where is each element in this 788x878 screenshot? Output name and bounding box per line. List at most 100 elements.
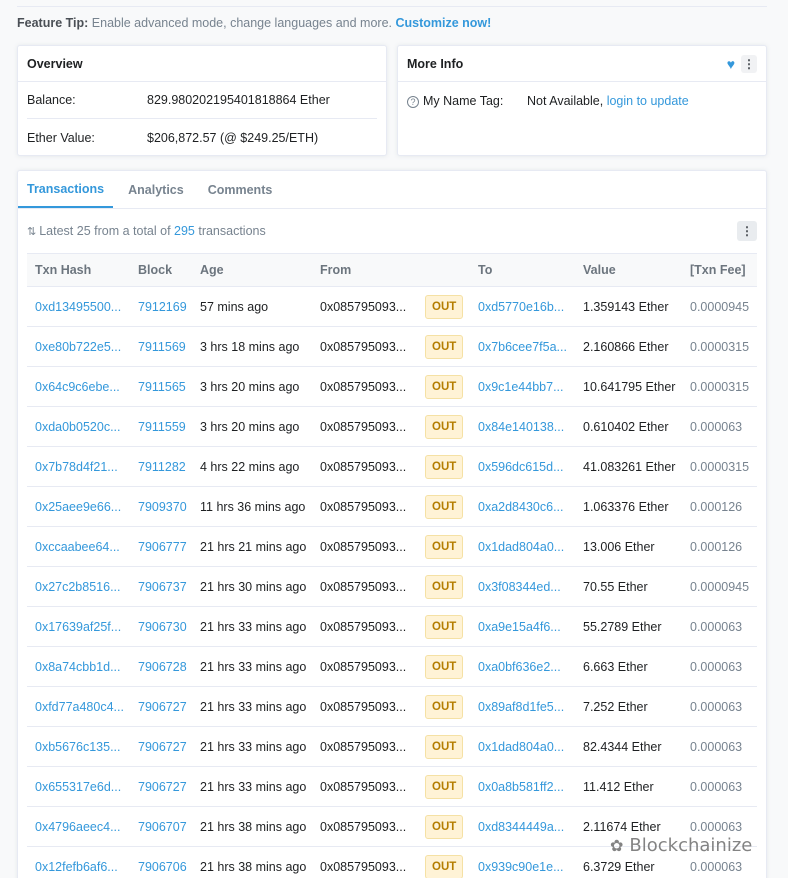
summary-suffix: transactions [194, 224, 266, 238]
block-link[interactable]: 7911569 [138, 340, 186, 354]
block-link[interactable]: 7906727 [138, 780, 187, 794]
to-address-link[interactable]: 0x1dad804a0... [478, 540, 564, 554]
block-link[interactable]: 7906737 [138, 580, 187, 594]
login-to-update-link[interactable]: login to update [607, 94, 689, 108]
tab-analytics[interactable]: Analytics [119, 171, 193, 208]
to-address-link[interactable]: 0xd5770e16b... [478, 300, 564, 314]
out-badge: OUT [425, 694, 464, 719]
value-cell-cell: 11.412 Ether [575, 766, 682, 807]
more-options-icon[interactable]: ⋮ [741, 54, 757, 73]
block-link[interactable]: 7906777 [138, 540, 187, 554]
block-link[interactable]: 7911559 [138, 420, 186, 434]
txn-hash-link[interactable]: 0xfd77a480c4... [35, 700, 124, 714]
txn-hash-link[interactable]: 0x25aee9e66... [35, 500, 121, 514]
name-tag-status: Not Available, [527, 93, 607, 108]
txn-hash-link[interactable]: 0xd13495500... [35, 300, 121, 314]
block-link[interactable]: 7912169 [138, 300, 187, 314]
to-address-link[interactable]: 0xa0bf636e2... [478, 660, 561, 674]
txn-hash-link-cell: 0x17639af25f... [27, 606, 130, 647]
fee-cell: 0.0000945 [690, 579, 750, 594]
customize-now-link[interactable]: Customize now! [395, 16, 491, 30]
fee-cell: 0.000063 [690, 619, 743, 634]
txn-hash-link[interactable]: 0xda0b0520c... [35, 420, 121, 434]
age-cell-cell: 3 hrs 20 mins ago [192, 406, 312, 447]
txn-hash-link[interactable]: 0x27c2b8516... [35, 580, 121, 594]
to-address-link[interactable]: 0x596dc615d... [478, 460, 564, 474]
txn-hash-link[interactable]: 0xccaabee64... [35, 540, 120, 554]
block-link-cell: 7911559 [130, 406, 192, 447]
block-link[interactable]: 7906707 [138, 820, 187, 834]
to-address-link[interactable]: 0xa2d8430c6... [478, 500, 564, 514]
fee-cell-cell: 0.000126 [682, 526, 757, 567]
txn-hash-link[interactable]: 0xe80b722e5... [35, 340, 121, 354]
table-row: 0xfd77a480c4... 7906727 21 hrs 33 mins ago… [27, 686, 757, 727]
to-address-link[interactable]: 0x84e140138... [478, 420, 564, 434]
txn-hash-link[interactable]: 0x7b78d4f21... [35, 460, 118, 474]
to-address-link-cell: 0x0a8b581ff2... [470, 766, 575, 807]
to-address-link-cell: 0xd5770e16b... [470, 286, 575, 327]
out-badge: OUT [425, 454, 464, 479]
to-address-link-cell: 0x9c1e44bb7... [470, 366, 575, 407]
age-cell: 3 hrs 20 mins ago [200, 419, 300, 434]
value-cell-cell: 70.55 Ether [575, 566, 682, 607]
out-badge: OUT [425, 774, 464, 799]
block-link[interactable]: 7906727 [138, 700, 187, 714]
block-link[interactable]: 7906728 [138, 660, 187, 674]
age-cell: 21 hrs 33 mins ago [200, 619, 307, 634]
txn-hash-link[interactable]: 0x655317e6d... [35, 780, 121, 794]
from-address: 0x085795093... [320, 379, 407, 394]
from-address: 0x085795093... [320, 699, 407, 714]
to-address-link[interactable]: 0x0a8b581ff2... [478, 780, 564, 794]
txn-hash-link[interactable]: 0x64c9c6ebe... [35, 380, 120, 394]
out-badge: OUT [425, 414, 464, 439]
transactions-summary: ⇅ Latest 25 from a total of 295 transacti… [18, 209, 766, 253]
block-link[interactable]: 7911565 [138, 380, 186, 394]
from-address-cell: 0x085795093... [312, 406, 417, 447]
txn-hash-link[interactable]: 0x4796aeec4... [35, 820, 121, 834]
to-address-link[interactable]: 0x7b6cee7f5a... [478, 340, 567, 354]
txn-hash-link[interactable]: 0x8a74cbb1d... [35, 660, 121, 674]
txn-hash-link[interactable]: 0xb5676c135... [35, 740, 121, 754]
block-link[interactable]: 7906727 [138, 740, 187, 754]
tab-bar: Transactions Analytics Comments [18, 171, 766, 209]
to-address-link[interactable]: 0x89af8d1fe5... [478, 700, 564, 714]
block-link[interactable]: 7906706 [138, 860, 187, 874]
tab-transactions[interactable]: Transactions [18, 171, 114, 208]
fee-cell: 0.000063 [690, 699, 743, 714]
to-address-link[interactable]: 0x9c1e44bb7... [478, 380, 564, 394]
header-direction [417, 253, 470, 287]
fee-cell-cell: 0.000126 [682, 486, 757, 527]
header-txn-fee[interactable]: [Txn Fee] [682, 253, 757, 287]
from-address: 0x085795093... [320, 459, 407, 474]
from-address: 0x085795093... [320, 819, 407, 834]
tab-comments[interactable]: Comments [199, 171, 282, 208]
to-address-link[interactable]: 0x939c90e1e... [478, 860, 564, 874]
age-cell-cell: 21 hrs 33 mins ago [192, 726, 312, 767]
heart-icon[interactable]: ♥ [727, 56, 735, 72]
block-link[interactable]: 7906730 [138, 620, 187, 634]
table-options-icon[interactable]: ⋮ [737, 221, 757, 241]
table-row: 0x7b78d4f21... 7911282 4 hrs 22 mins ago 0x… [27, 446, 757, 487]
name-tag-row: ? My Name Tag: Not Available, login to up… [407, 82, 757, 119]
txn-hash-link-cell: 0x12fefb6af6... [27, 846, 130, 878]
txn-hash-link[interactable]: 0x12fefb6af6... [35, 860, 118, 874]
table-row: 0xccaabee64... 7906777 21 hrs 21 mins ago 0… [27, 526, 757, 567]
to-address-link[interactable]: 0x3f08344ed... [478, 580, 561, 594]
block-link[interactable]: 7909370 [138, 500, 187, 514]
from-address: 0x085795093... [320, 659, 407, 674]
transactions-count-link[interactable]: 295 [174, 224, 195, 238]
to-address-link[interactable]: 0x1dad804a0... [478, 740, 564, 754]
fee-cell: 0.000063 [690, 419, 743, 434]
txn-hash-link-cell: 0xccaabee64... [27, 526, 130, 567]
summary-text: ⇅ Latest 25 from a total of 295 transacti… [27, 224, 266, 238]
direction-badge-cell: OUT [417, 766, 470, 807]
header-to: To [470, 253, 575, 287]
txn-hash-link[interactable]: 0x17639af25f... [35, 620, 121, 634]
age-cell: 21 hrs 21 mins ago [200, 539, 307, 554]
block-link[interactable]: 7911282 [138, 460, 186, 474]
value-cell: 13.006 Ether [583, 539, 655, 554]
sort-icon: ⇅ [27, 226, 37, 238]
to-address-link[interactable]: 0xd8344449a... [478, 820, 564, 834]
header-age[interactable]: Age [192, 253, 312, 287]
to-address-link[interactable]: 0xa9e15a4f6... [478, 620, 561, 634]
